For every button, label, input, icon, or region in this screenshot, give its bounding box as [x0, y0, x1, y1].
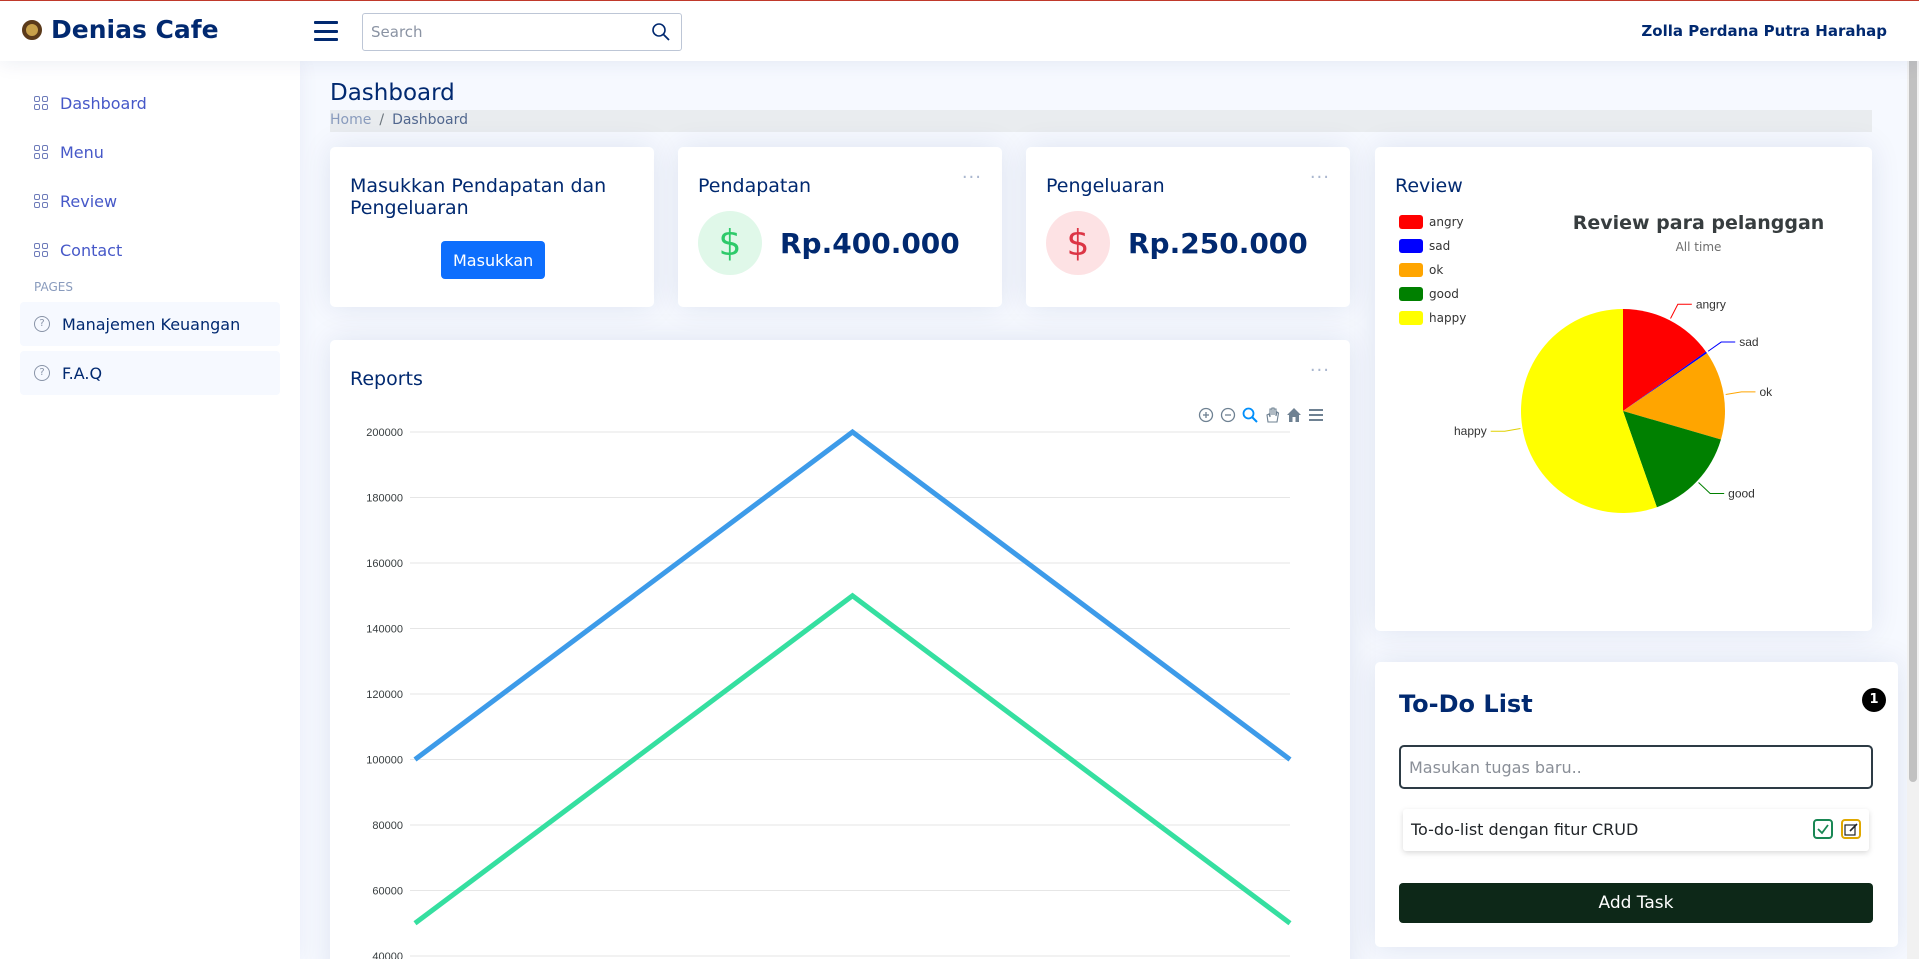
sidebar-item-label: Manajemen Keuangan: [62, 314, 241, 334]
chart-toolbar: [1197, 406, 1325, 424]
pie-slice-label: angry: [1696, 297, 1726, 311]
todo-card: To-Do List 1 To-do-list dengan fitur CRU…: [1375, 662, 1898, 947]
income-amount: Rp.400.000: [780, 227, 960, 260]
pie-slice-label: ok: [1759, 385, 1773, 399]
breadcrumb-current: Dashboard: [392, 112, 469, 128]
sidebar-item-label: Menu: [60, 142, 104, 162]
y-tick-label: 80000: [372, 820, 403, 832]
pie-label-leader: [1490, 428, 1521, 432]
cafe-logo-icon: [22, 19, 42, 40]
reports-line-chart: 40000 60000 80000 100000 120000 140000 160000 1…: [366, 427, 1292, 959]
sidebar-item-contact[interactable]: Contact: [20, 228, 280, 272]
zoom-out-icon[interactable]: [1219, 406, 1237, 424]
sidebar-item-faq[interactable]: ? F.A.Q: [20, 351, 280, 395]
page-scrollbar[interactable]: [1907, 0, 1919, 959]
expense-card-title: Pengeluaran: [1046, 175, 1165, 197]
question-circle-icon: ?: [34, 316, 50, 332]
y-tick-label: 180000: [366, 493, 403, 505]
breadcrumb-separator: /: [379, 112, 385, 128]
todo-count-badge: 1: [1862, 688, 1886, 712]
review-pie-chart: angry sad ok good happy: [1454, 297, 1773, 513]
new-task-input[interactable]: [1399, 745, 1873, 789]
pie-slice-label: happy: [1454, 424, 1487, 438]
complete-task-check-icon[interactable]: [1813, 819, 1833, 839]
review-card: Review angry sad ok good happy Review para p…: [1375, 147, 1872, 631]
more-options-icon[interactable]: ···: [962, 167, 982, 188]
edit-task-icon[interactable]: [1841, 819, 1861, 839]
pie-label-leader: [1698, 482, 1725, 494]
sidebar-item-label: Contact: [60, 240, 123, 260]
search-bar: [362, 13, 682, 51]
brand-name: Denias Cafe: [51, 15, 219, 44]
input-card: Masukkan Pendapatan dan Pengeluaran Masu…: [330, 147, 654, 307]
pie-slice-label: sad: [1739, 335, 1758, 349]
user-profile-name[interactable]: Zolla Perdana Putra Harahap: [1641, 22, 1887, 40]
sidebar-item-label: Dashboard: [60, 93, 147, 113]
sidebar: Dashboard Menu Review Contact PAGES ? Ma…: [0, 61, 300, 959]
nav-heading-pages: PAGES: [34, 280, 73, 294]
reports-card: Reports ··· 40000 60000 80000 100000 120000 1…: [330, 340, 1350, 959]
breadcrumb: Home / Dashboard: [330, 110, 1872, 132]
expense-card: Pengeluaran ··· $ Rp.250.000: [1026, 147, 1350, 307]
zoom-in-icon[interactable]: [1197, 406, 1215, 424]
sidebar-item-dashboard[interactable]: Dashboard: [20, 81, 280, 125]
grid-icon: [34, 145, 48, 159]
brand-logo[interactable]: Denias Cafe: [22, 15, 219, 44]
expense-amount: Rp.250.000: [1128, 227, 1308, 260]
sidebar-item-label: F.A.Q: [62, 363, 103, 383]
pie-slice-label: good: [1728, 486, 1755, 500]
add-task-button[interactable]: Add Task: [1399, 883, 1873, 923]
y-tick-label: 40000: [372, 951, 403, 959]
y-tick-label: 120000: [366, 689, 403, 701]
sidebar-item-label: Review: [60, 191, 118, 211]
pan-hand-icon[interactable]: [1263, 406, 1281, 424]
menu-icon[interactable]: [1307, 406, 1325, 424]
pie-label-leader: [1725, 391, 1756, 395]
question-circle-icon: ?: [34, 365, 50, 381]
scrollbar-thumb[interactable]: [1909, 2, 1917, 782]
input-card-title: Masukkan Pendapatan dan Pengeluaran: [350, 175, 607, 219]
y-tick-label: 60000: [372, 886, 403, 898]
breadcrumb-home[interactable]: Home: [330, 112, 371, 128]
dollar-icon: $: [1046, 211, 1110, 275]
top-header: Denias Cafe Zolla Perdana Putra Harahap: [0, 0, 1919, 61]
grid-icon: [34, 96, 48, 110]
more-options-icon[interactable]: ···: [1310, 167, 1330, 188]
y-tick-label: 140000: [366, 624, 403, 636]
dollar-icon: $: [698, 211, 762, 275]
sidebar-item-menu[interactable]: Menu: [20, 130, 280, 174]
y-tick-label: 160000: [366, 558, 403, 570]
pie-label-leader: [1707, 341, 1736, 352]
pie-label-leader: [1670, 303, 1692, 319]
y-tick-label: 100000: [366, 755, 403, 767]
grid-icon: [34, 194, 48, 208]
sidebar-item-review[interactable]: Review: [20, 179, 280, 223]
todo-item: To-do-list dengan fitur CRUD: [1403, 809, 1869, 851]
magnifier-icon[interactable]: [1241, 406, 1259, 424]
sidebar-item-manajemen-keuangan[interactable]: ? Manajemen Keuangan: [20, 302, 280, 346]
todo-title: To-Do List: [1399, 690, 1533, 718]
grid-icon: [34, 243, 48, 257]
search-input[interactable]: [363, 14, 633, 50]
search-icon[interactable]: [651, 22, 671, 42]
page-title: Dashboard: [330, 80, 455, 106]
sidebar-toggle-icon[interactable]: [314, 21, 338, 41]
income-card-title: Pendapatan: [698, 175, 812, 197]
income-card: Pendapatan ··· $ Rp.400.000: [678, 147, 1002, 307]
masukkan-button[interactable]: Masukkan: [441, 241, 546, 279]
todo-item-text: To-do-list dengan fitur CRUD: [1411, 820, 1639, 839]
y-tick-label: 200000: [366, 427, 403, 439]
home-reset-icon[interactable]: [1285, 406, 1303, 424]
